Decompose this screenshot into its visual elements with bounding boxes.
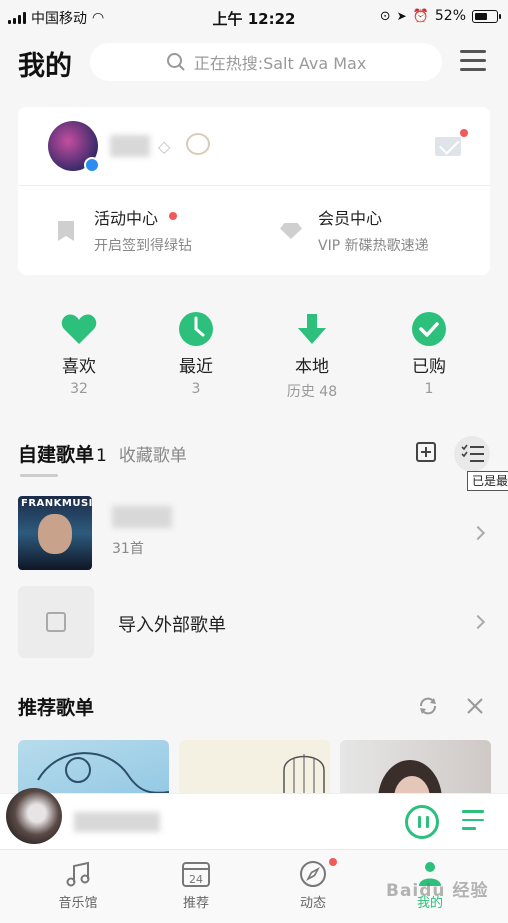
quick-label: 已购 — [412, 357, 446, 377]
import-icon — [46, 612, 66, 632]
playlist-cover[interactable]: FRANKMUSIK — [18, 496, 92, 570]
tab-music-hall[interactable]: 音乐馆 — [23, 860, 133, 911]
username[interactable] — [110, 135, 150, 157]
playlist-tabs: 自建歌单 1 收藏歌单 — [18, 440, 187, 467]
tab-favorite-playlists[interactable]: 收藏歌单 — [119, 441, 187, 466]
refresh-icon[interactable] — [417, 695, 439, 717]
quick-label: 喜欢 — [62, 357, 96, 377]
quick-label: 本地 — [295, 357, 329, 377]
playlist-name[interactable] — [112, 506, 172, 528]
mail-icon[interactable] — [435, 137, 461, 156]
download-icon — [262, 312, 362, 346]
quick-purchased[interactable]: 已购 1 — [379, 312, 479, 397]
mail-badge — [460, 129, 468, 137]
menu-button[interactable] — [460, 50, 486, 74]
vip-center-title[interactable]: 会员中心 — [318, 205, 382, 229]
clock-icon — [179, 312, 213, 346]
tab-indicator — [20, 474, 58, 477]
calendar-day: 24 — [189, 873, 203, 886]
tab-recommend[interactable]: 24 推荐 — [141, 860, 251, 911]
status-bar: 中国移动 ◠ 上午 12:22 ⊙ ➤ ⏰ 52% — [0, 0, 508, 36]
music-note-icon — [23, 860, 133, 888]
bookmark-icon — [58, 221, 74, 241]
quick-liked[interactable]: 喜欢 32 — [29, 312, 129, 397]
green-diamond-icon[interactable]: ◇ — [158, 137, 170, 156]
quick-count: 历史 48 — [286, 384, 338, 400]
level-badge-icon[interactable] — [186, 133, 210, 155]
verified-badge-icon — [84, 157, 100, 173]
tab-label: 动态 — [299, 896, 326, 911]
add-playlist-icon[interactable] — [416, 442, 436, 462]
search-placeholder: 正在热搜:Salt Ava Max — [193, 54, 367, 73]
quick-count: 1 — [424, 381, 434, 397]
divider — [18, 185, 490, 186]
battery-icon — [472, 9, 501, 23]
activity-center-subtitle[interactable]: 开启签到得绿钻 — [94, 235, 192, 255]
playlist-song-count: 31首 — [112, 541, 144, 557]
moments-badge — [329, 858, 337, 866]
search-icon — [166, 53, 185, 71]
quick-recent[interactable]: 最近 3 — [146, 312, 246, 397]
cover-text: FRANKMUSIK — [21, 498, 92, 509]
location-icon: ➤ — [396, 9, 407, 23]
alarm-icon: ⏰ — [412, 8, 429, 24]
vip-center-subtitle[interactable]: VIP 新碟热歌速递 — [318, 235, 429, 255]
heart-icon — [29, 312, 129, 346]
cover-face — [38, 514, 72, 554]
app-screen: { "status_bar": {"carrier": "中国移动", "tim… — [0, 0, 508, 923]
activity-center-title[interactable]: 活动中心 — [94, 205, 158, 229]
chevron-right-icon[interactable] — [470, 614, 486, 630]
quick-label: 最近 — [179, 357, 213, 377]
page-title: 我的 — [18, 51, 72, 82]
quick-count: 32 — [70, 381, 88, 397]
now-playing-title[interactable] — [74, 812, 160, 832]
quick-count: 3 — [191, 381, 201, 397]
lock-rotation-icon: ⊙ — [379, 8, 391, 24]
chevron-right-icon[interactable] — [470, 525, 486, 541]
close-icon[interactable] — [466, 697, 484, 715]
diamond-icon — [280, 223, 302, 239]
import-playlist-label[interactable]: 导入外部歌单 — [118, 611, 226, 637]
tab-label: 音乐馆 — [58, 896, 98, 911]
compass-icon — [258, 860, 368, 888]
battery-percent: 52% — [434, 8, 466, 24]
calendar-icon: 24 — [141, 860, 251, 888]
checklist-icon — [461, 444, 484, 462]
search-bar[interactable]: 正在热搜:Salt Ava Max — [90, 43, 442, 81]
watermark: Baidu 经验 — [386, 881, 489, 901]
status-right: ⊙ ➤ ⏰ 52% — [379, 8, 501, 24]
playlist-queue-icon[interactable] — [462, 810, 488, 834]
tab-created-playlists[interactable]: 自建歌单 — [18, 440, 94, 467]
manage-playlist-button[interactable] — [454, 436, 490, 472]
activity-badge — [169, 212, 177, 220]
check-icon — [412, 312, 446, 346]
now-playing-cover[interactable] — [6, 788, 62, 844]
tooltip: 已是最 — [467, 471, 508, 491]
recommend-title: 推荐歌单 — [18, 697, 95, 719]
tab-moments[interactable]: 动态 — [258, 860, 368, 911]
tab-created-count: 1 — [96, 446, 107, 466]
quick-local[interactable]: 本地 历史 48 — [262, 312, 362, 401]
tab-label: 推荐 — [182, 896, 209, 911]
pause-button[interactable] — [405, 805, 439, 839]
profile-card: ◇ 活动中心 开启签到得绿钻 会员中心 VIP 新碟热歌速递 — [18, 107, 490, 275]
